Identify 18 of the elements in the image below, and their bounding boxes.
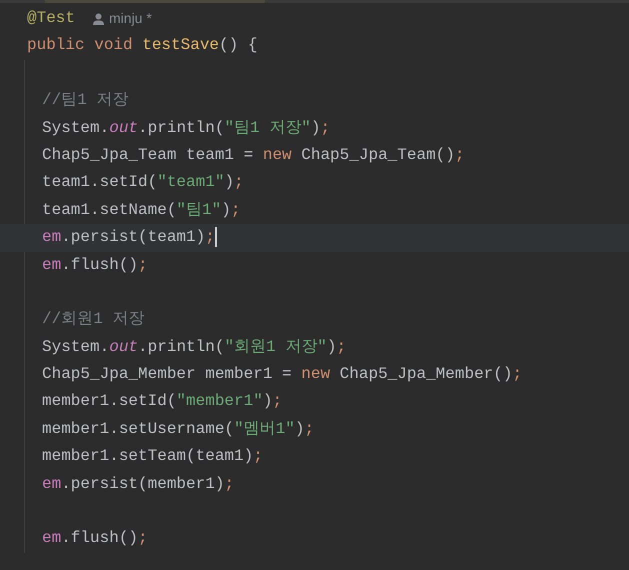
code-line: em.flush(); <box>42 254 149 275</box>
code-line: em.persist(member1); <box>42 474 236 494</box>
code-line: Chap5_Jpa_Team team1 = new Chap5_Jpa_Team(); <box>42 144 466 165</box>
author-hint[interactable]: minju * <box>109 5 152 32</box>
code-line: em.flush(); <box>42 528 149 548</box>
code-line: public void testSave() { <box>27 35 258 56</box>
person-icon <box>93 12 104 25</box>
code-line: System.out.println("회원1 저장"); <box>42 336 348 357</box>
code-line: team1.setId("team1"); <box>42 172 245 192</box>
code-line: member1.setTeam(team1); <box>42 446 264 466</box>
code-line: team1.setName("팀1"); <box>42 200 242 220</box>
code-line: //팀1 저장 <box>42 90 130 110</box>
annotation: @Test <box>27 8 76 29</box>
code-line: System.out.println("팀1 저장"); <box>42 118 332 138</box>
code-line: member1.setId("member1"); <box>42 391 284 412</box>
code-line: //회원1 저장 <box>42 309 146 330</box>
code-line: member1.setUsername("멤버1"); <box>42 418 316 439</box>
code-line: Chap5_Jpa_Member member1 = new Chap5_Jpa_Member(); <box>42 364 524 384</box>
